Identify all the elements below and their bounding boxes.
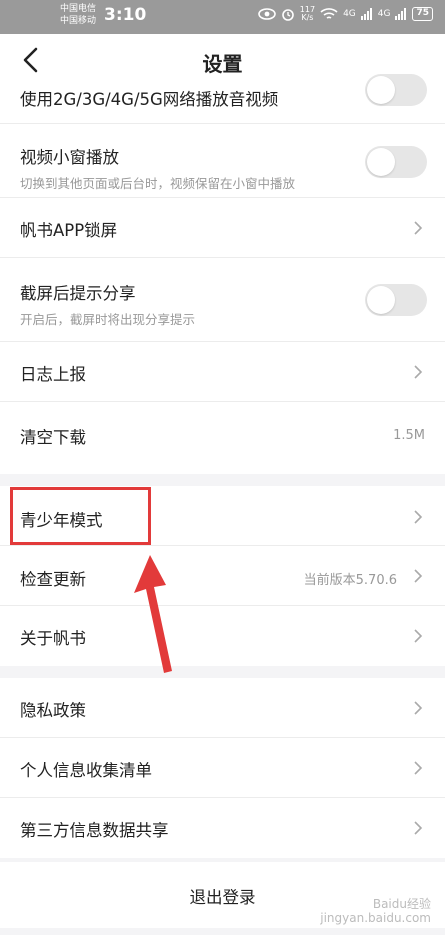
alarm-icon	[281, 9, 294, 21]
highlight-box	[10, 487, 151, 545]
clock: 3:10	[104, 5, 147, 25]
mini-window-desc: 切换到其他页面或后台时，视频保留在小窗中播放	[20, 176, 296, 191]
third-party-label: 第三方信息数据共享	[20, 821, 169, 840]
chevron-right-icon	[414, 365, 423, 379]
app-lock-label: 帆书APP锁屏	[20, 221, 118, 240]
settings-row-privacy[interactable]: 隐私政策	[0, 678, 445, 738]
toggle-knob	[367, 148, 395, 176]
settings-row-clear-downloads[interactable]: 清空下载 1.5M	[0, 402, 445, 474]
annotation-arrow	[134, 555, 172, 673]
watermark-url: jingyan.baidu.com	[320, 911, 431, 925]
about-label: 关于帆书	[20, 629, 86, 648]
chevron-right-icon	[414, 569, 423, 583]
watermark: Baidu经验 jingyan.baidu.com	[320, 897, 431, 925]
status-bar: 中国电信 中国移动 3:10 117 K/s 4G 4G 75	[0, 0, 445, 34]
settings-row-mini-window: 视频小窗播放 切换到其他页面或后台时，视频保留在小窗中播放	[0, 124, 445, 198]
eye-icon	[257, 8, 276, 20]
mobile-data-toggle[interactable]	[365, 74, 427, 106]
log-report-label: 日志上报	[20, 365, 86, 384]
settings-row-mobile-data: 使用2G/3G/4G/5G网络播放音视频	[0, 74, 445, 124]
chevron-right-icon	[414, 510, 423, 524]
carrier-2: 中国移动	[60, 16, 97, 26]
signal-icon-2	[395, 8, 407, 20]
settings-row-personal-info[interactable]: 个人信息收集清单	[0, 738, 445, 798]
battery-icon: 75	[412, 7, 433, 21]
page-title: 设置	[202, 52, 243, 76]
mini-window-toggle[interactable]	[365, 146, 427, 178]
chevron-right-icon	[414, 221, 423, 235]
net-speed: 117 K/s	[299, 5, 316, 22]
screenshot-share-toggle[interactable]	[365, 284, 427, 316]
screenshot-share-desc: 开启后，截屏时将出现分享提示	[20, 312, 196, 327]
settings-group-1: 使用2G/3G/4G/5G网络播放音视频 视频小窗播放 切换到其他页面或后台时，…	[0, 74, 445, 474]
carrier-info: 中国电信 中国移动	[60, 3, 96, 27]
settings-row-screenshot-share: 截屏后提示分享 开启后，截屏时将出现分享提示	[0, 258, 445, 342]
check-update-label: 检查更新	[20, 570, 86, 589]
chevron-right-icon	[414, 629, 423, 643]
toggle-knob	[367, 76, 395, 104]
clear-downloads-label: 清空下载	[20, 428, 86, 447]
privacy-label: 隐私政策	[20, 701, 86, 720]
settings-row-third-party[interactable]: 第三方信息数据共享	[0, 798, 445, 858]
settings-row-log-report[interactable]: 日志上报	[0, 342, 445, 402]
settings-row-check-update[interactable]: 检查更新 当前版本5.70.6	[0, 546, 445, 606]
chevron-right-icon	[414, 701, 423, 715]
personal-info-label: 个人信息收集清单	[20, 761, 152, 780]
mini-window-label: 视频小窗播放	[20, 148, 119, 167]
status-icons: 117 K/s 4G 4G 75	[257, 5, 433, 22]
toggle-knob	[367, 286, 395, 314]
carrier-1: 中国电信	[60, 4, 97, 14]
settings-group-3: 隐私政策 个人信息收集清单 第三方信息数据共享	[0, 678, 445, 858]
signal-icon	[360, 8, 372, 20]
wifi-icon	[320, 7, 338, 19]
current-version: 当前版本5.70.6	[303, 573, 397, 588]
chevron-right-icon	[414, 761, 423, 775]
download-size: 1.5M	[393, 428, 425, 443]
screenshot-share-label: 截屏后提示分享	[20, 284, 136, 303]
signal-label-1: 4G	[343, 9, 356, 19]
mobile-data-label: 使用2G/3G/4G/5G网络播放音视频	[20, 90, 279, 109]
settings-row-app-lock[interactable]: 帆书APP锁屏	[0, 198, 445, 258]
settings-row-about[interactable]: 关于帆书	[0, 606, 445, 666]
signal-label-2: 4G	[377, 9, 391, 19]
watermark-brand: Baidu经验	[372, 897, 431, 911]
chevron-right-icon	[414, 821, 423, 835]
